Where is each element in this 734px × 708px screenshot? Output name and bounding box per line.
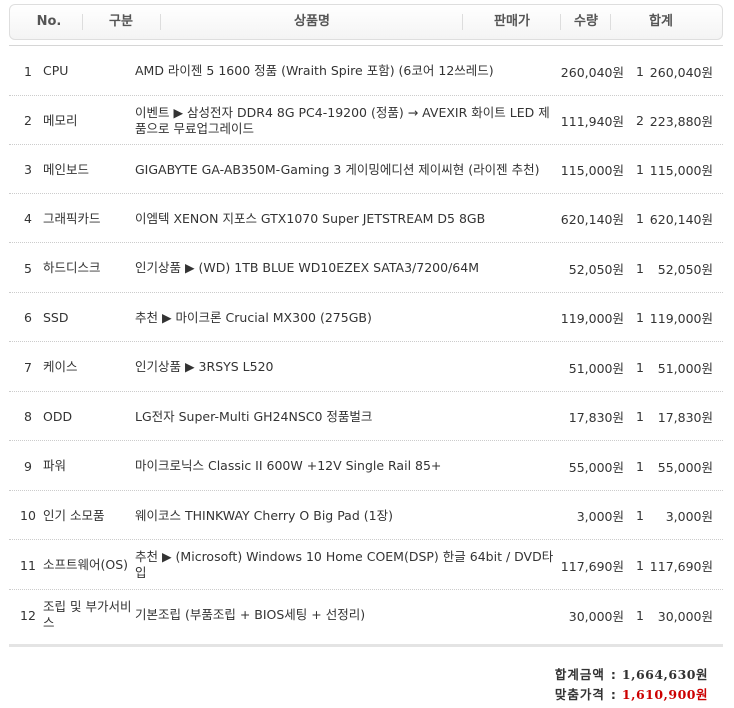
header-separator [462, 14, 463, 30]
row-category: 그래픽카드 [43, 210, 101, 226]
row-price: 119,000원 [560, 311, 624, 326]
row-no: 12 [20, 607, 36, 623]
row-total: 260,040원 [649, 64, 713, 80]
row-category: 메모리 [43, 112, 78, 128]
row-category: 소프트웨어(OS) [43, 557, 129, 572]
row-price: 111,940원 [560, 114, 624, 129]
summary-custom: 맞춤가격:1,610,900원 [555, 684, 708, 703]
row-total: 30,000원 [657, 608, 713, 624]
row-qty: 1 [636, 508, 644, 523]
row-category: 메인보드 [43, 161, 90, 177]
header-separator [160, 14, 161, 30]
row-total: 3,000원 [665, 509, 713, 524]
table-row: 11 소프트웨어(OS) 추천 ▶ (Microsoft) Windows 10… [9, 540, 723, 590]
row-price: 3,000원 [576, 509, 624, 524]
row-price: 30,000원 [568, 608, 624, 624]
header-separator [560, 14, 561, 30]
row-price: 51,000원 [568, 360, 624, 376]
row-price: 115,000원 [560, 163, 624, 178]
row-qty: 1 [636, 63, 644, 79]
row-qty: 1 [636, 458, 644, 474]
row-qty: 1 [636, 409, 644, 424]
row-category: 인기 소모품 [43, 507, 105, 523]
row-category: 파워 [43, 458, 67, 473]
header-separator [82, 14, 83, 30]
row-category: 케이스 [43, 359, 78, 374]
summary-total-label: 합계금액 [554, 667, 605, 682]
table-row: 4 그래픽카드 이엠텍 XENON 지포스 GTX1070 Super JETS… [9, 194, 723, 243]
row-no: 11 [20, 557, 36, 573]
row-qty: 1 [636, 310, 644, 325]
row-qty: 1 [636, 607, 644, 623]
row-total: 55,000원 [657, 459, 713, 475]
row-total: 223,880원 [649, 114, 713, 129]
row-category: SSD [43, 309, 69, 325]
row-total: 620,140원 [649, 212, 713, 227]
table-bottom-divider [9, 644, 723, 647]
summary-total: 합계금액:1,664,630원 [555, 664, 708, 683]
row-qty: 1 [636, 359, 644, 375]
header-category: 구분 [109, 14, 133, 29]
table-row: 12 조립 및 부가서비스 기본조립 (부품조립 + BIOS세팅 + 선정리)… [9, 590, 723, 640]
row-no: 8 [24, 409, 32, 424]
row-price: 117,690원 [560, 558, 624, 574]
header-product: 상품명 [294, 14, 330, 29]
row-total: 117,690원 [649, 558, 713, 574]
row-total: 51,000원 [657, 360, 713, 376]
header-no: No. [36, 14, 62, 29]
row-no: 6 [24, 310, 32, 325]
row-category: ODD [43, 408, 73, 424]
table-row: 3 메인보드 GIGABYTE GA-AB350M-Gaming 3 게이밍에디… [9, 145, 723, 194]
row-price: 620,140원 [560, 212, 624, 227]
table-row: 10 인기 소모품 웨이코스 THINKWAY Cherry O Big Pad… [9, 491, 723, 540]
row-total: 17,830원 [657, 410, 713, 425]
row-no: 9 [24, 458, 32, 474]
row-no: 5 [24, 260, 32, 276]
row-total: 119,000원 [649, 311, 713, 326]
row-qty: 1 [636, 162, 644, 177]
row-category: 조립 및 부가서비스 [43, 599, 132, 630]
row-category: 하드디스크 [43, 260, 101, 275]
row-no: 7 [24, 359, 32, 375]
row-qty: 1 [636, 557, 644, 573]
header-price: 판매가 [494, 14, 530, 29]
row-category: CPU [43, 63, 69, 78]
row-no: 1 [24, 63, 32, 79]
table-row: 5 하드디스크 인기상품 ▶ (WD) 1TB BLUE WD10EZEX SA… [9, 243, 723, 293]
table-row: 8 ODD LG전자 Super-Multi GH24NSC0 정품벌크 17,… [9, 392, 723, 441]
row-price: 52,050원 [568, 261, 624, 277]
summary-custom-value: 1,610,900원 [621, 687, 708, 702]
table-row: 9 파워 마이크로닉스 Classic II 600W +12V Single … [9, 441, 723, 491]
row-price: 260,040원 [560, 64, 624, 80]
header-qty: 수량 [574, 14, 598, 29]
summary-custom-label: 맞춤가격 [554, 687, 605, 702]
table-header: No. 구분 상품명 판매가 수량 합계 [9, 4, 723, 40]
row-no: 3 [24, 162, 32, 177]
header-separator [610, 14, 611, 30]
row-no: 10 [20, 508, 36, 523]
row-qty: 1 [636, 211, 644, 226]
header-total: 합계 [649, 14, 673, 29]
row-qty: 2 [636, 113, 644, 128]
row-total: 115,000원 [649, 163, 713, 178]
table-row: 2 메모리 이벤트 ▶ 삼성전자 DDR4 8G PC4-19200 (정품) … [9, 96, 723, 145]
table-row: 6 SSD 추천 ▶ 마이크론 Crucial MX300 (275GB) 11… [9, 293, 723, 342]
row-no: 4 [24, 211, 32, 226]
row-price: 17,830원 [568, 410, 624, 425]
table-row: 7 케이스 인기상품 ▶ 3RSYS L520 51,000원 1 51,000… [9, 342, 723, 392]
row-no: 2 [24, 113, 32, 128]
row-qty: 1 [636, 260, 644, 276]
row-price: 55,000원 [568, 459, 624, 475]
table-row: 1 CPU AMD 라이젠 5 1600 정품 (Wraith Spire 포함… [9, 46, 723, 96]
row-total: 52,050원 [657, 261, 713, 277]
summary-total-value: 1,664,630원 [621, 667, 708, 682]
